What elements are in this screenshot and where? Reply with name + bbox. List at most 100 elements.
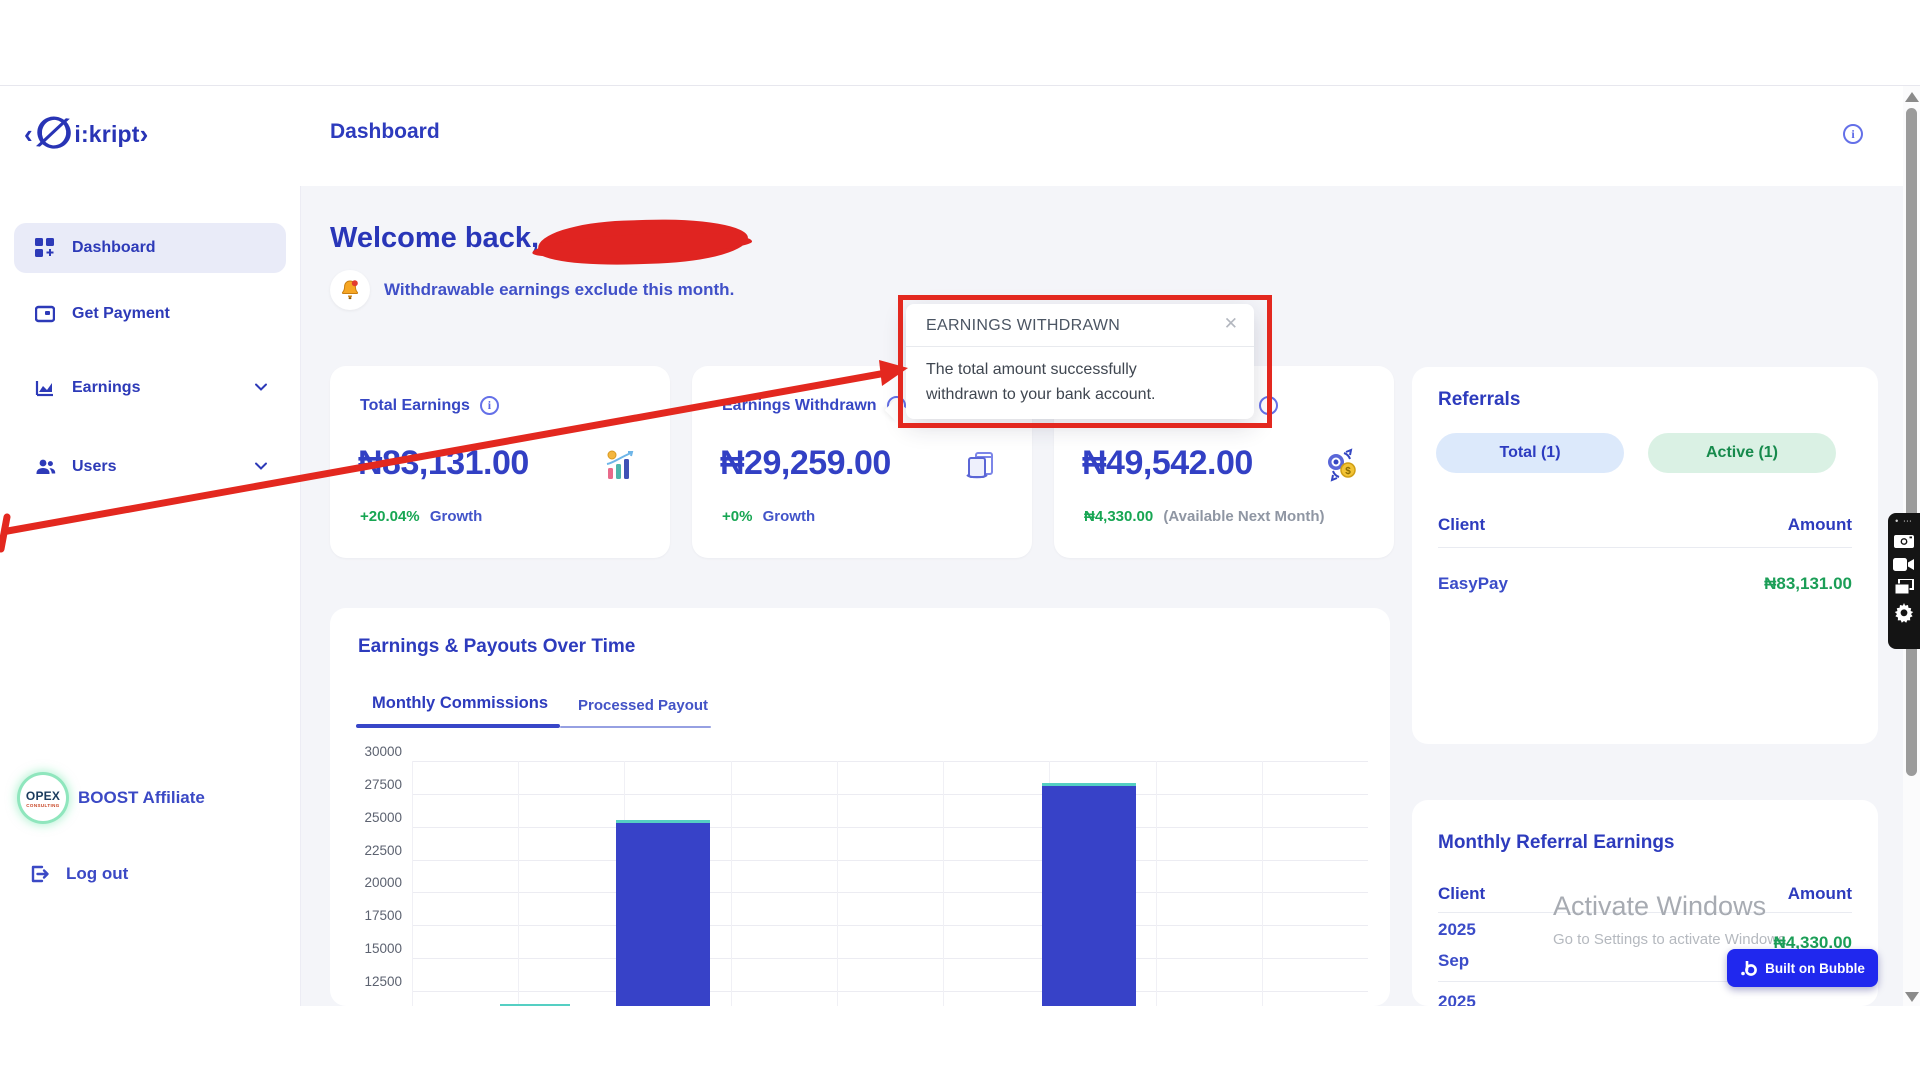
y-axis-tick-label: 17500 [364,908,402,923]
logout-label: Log out [66,864,128,884]
grid-line-horizontal [412,827,1368,828]
activate-windows-watermark-sub: Go to Settings to activate Windows [1553,931,1786,948]
grid-line-horizontal [412,892,1368,893]
app-window: ‹ ∅ i:kript › Dashboard Get Payment [0,85,1920,1006]
grid-line-vertical [837,761,838,1006]
chart-bar[interactable] [1042,783,1136,1006]
y-axis-tick-label: 27500 [364,777,402,792]
table-divider [1438,547,1852,548]
referral-year: 2025 [1438,920,1476,940]
referrals-panel: Referrals Total (1) Active (1) Client Am… [1412,367,1878,744]
scrollbar-down-arrow[interactable] [1905,992,1919,1002]
pages-icon[interactable] [1894,579,1914,596]
y-axis-tick-label: 30000 [364,744,402,759]
inactive-tab-underline [560,726,711,728]
scrollbar-thumb[interactable] [1906,108,1917,776]
sidebar-item-label: Earnings [72,379,140,397]
referrals-total-pill[interactable]: Total (1) [1436,433,1624,473]
logout-button[interactable]: Log out [28,852,128,896]
sidebar-item-label: Get Payment [72,305,170,323]
growth-value: +0% [722,508,752,525]
bubble-logo-icon [1740,959,1758,977]
screen-capture-toolbar: • ⋯ [1888,513,1920,649]
referral-year-partial: 2025 [1438,992,1476,1006]
logo-phi-icon: ∅ [32,112,75,157]
growth-value: +20.04% [360,508,420,525]
grid-line-vertical [412,761,413,1006]
grid-line-vertical [1262,761,1263,1006]
column-header-amount: Amount [1788,515,1852,535]
toolbar-dots-icon[interactable]: • ⋯ [1895,517,1913,525]
grid-line-vertical [1156,761,1157,1006]
grid-line-vertical [518,761,519,1006]
scrollbar-up-arrow[interactable] [1905,92,1919,102]
grid-line-horizontal [412,860,1368,861]
gear-icon[interactable] [1894,603,1914,623]
grid-line-horizontal [412,925,1368,926]
bubble-badge-label: Built on Bubble [1765,961,1865,976]
y-axis-tick-label: 22500 [364,843,402,858]
grid-line-horizontal [412,991,1368,992]
built-on-bubble-badge[interactable]: Built on Bubble [1727,949,1878,987]
available-next-month-note: (Available Next Month) [1163,508,1324,525]
video-camera-icon[interactable] [1893,557,1915,572]
annotation-red-rectangle [898,295,1272,428]
header-info-icon[interactable]: i [1843,124,1863,144]
logout-icon [28,863,50,885]
chevron-down-icon [254,459,268,478]
receipt-pages-icon [964,448,998,487]
notification-bell-icon [330,270,370,310]
grid-line-vertical [943,761,944,1006]
sidebar-item-users[interactable]: Users [14,442,286,492]
total-earnings-amount: ₦83,131.00 [358,444,529,483]
grid-line-vertical [731,761,732,1006]
logo-wordmark: i:kript [74,121,139,148]
chart-y-axis: 3000027500250002250020000175001500012500 [330,752,402,1006]
boost-affiliate-brand: OPEX CONSULTING BOOST Affiliate [20,773,205,823]
users-icon [34,456,56,478]
camera-icon[interactable] [1893,532,1915,550]
currency-exchange-icon: $ [1324,448,1360,487]
sidebar-item-earnings[interactable]: Earnings [14,363,286,413]
sidebar-item-dashboard[interactable]: Dashboard [14,223,286,273]
tab-processed-payout[interactable]: Processed Payout [578,697,708,714]
y-axis-tick-label: 15000 [364,941,402,956]
tab-monthly-commissions[interactable]: Monthly Commissions [372,694,548,713]
monthly-referral-title: Monthly Referral Earnings [1438,832,1675,854]
available-next-month-amount: ₦4,330.00 [1084,508,1153,525]
grid-line-horizontal [412,761,1368,762]
total-earnings-info-icon[interactable]: i [480,396,499,415]
referrals-active-pill[interactable]: Active (1) [1648,433,1836,473]
page: ‹ ∅ i:kript › Dashboard Get Payment [0,0,1920,1080]
active-tab-underline [356,724,560,728]
chart-title: Earnings & Payouts Over Time [358,636,635,658]
top-header: Dashboard i [300,86,1920,187]
sidebar-item-label: Dashboard [72,239,156,257]
chart-bar[interactable] [616,820,710,1006]
app-logo: ‹ ∅ i:kript › [24,114,148,154]
stat-card-title: Total Earnings [360,397,470,415]
referral-client: EasyPay [1438,574,1508,594]
growth-label: Growth [763,508,816,525]
column-header-amount: Amount [1788,884,1852,904]
earnings-chart-icon [34,377,56,399]
y-axis-tick-label: 12500 [364,974,402,989]
column-header-client: Client [1438,515,1485,535]
opex-logo-subtext: CONSULTING [26,803,59,808]
bar-chart-coin-icon [602,448,636,487]
logo-close-bracket: › [140,119,149,150]
sidebar-item-get-payment[interactable]: Get Payment [14,289,286,339]
dashboard-grid-icon [34,237,56,259]
referrals-title: Referrals [1438,389,1520,411]
welcome-heading: Welcome back, [330,222,539,255]
grid-line-horizontal [412,958,1368,959]
referral-amount: ₦83,131.00 [1764,574,1852,594]
chevron-down-icon [254,380,268,399]
chart-bar[interactable] [500,1004,570,1006]
referral-month: Sep [1438,951,1469,971]
growth-label: Growth [430,508,483,525]
logo-open-bracket: ‹ [24,119,33,150]
opex-logo-text: OPEX [26,789,60,803]
stat-card-title: Earnings Withdrawn [722,397,877,415]
svg-text:$: $ [1345,466,1351,477]
